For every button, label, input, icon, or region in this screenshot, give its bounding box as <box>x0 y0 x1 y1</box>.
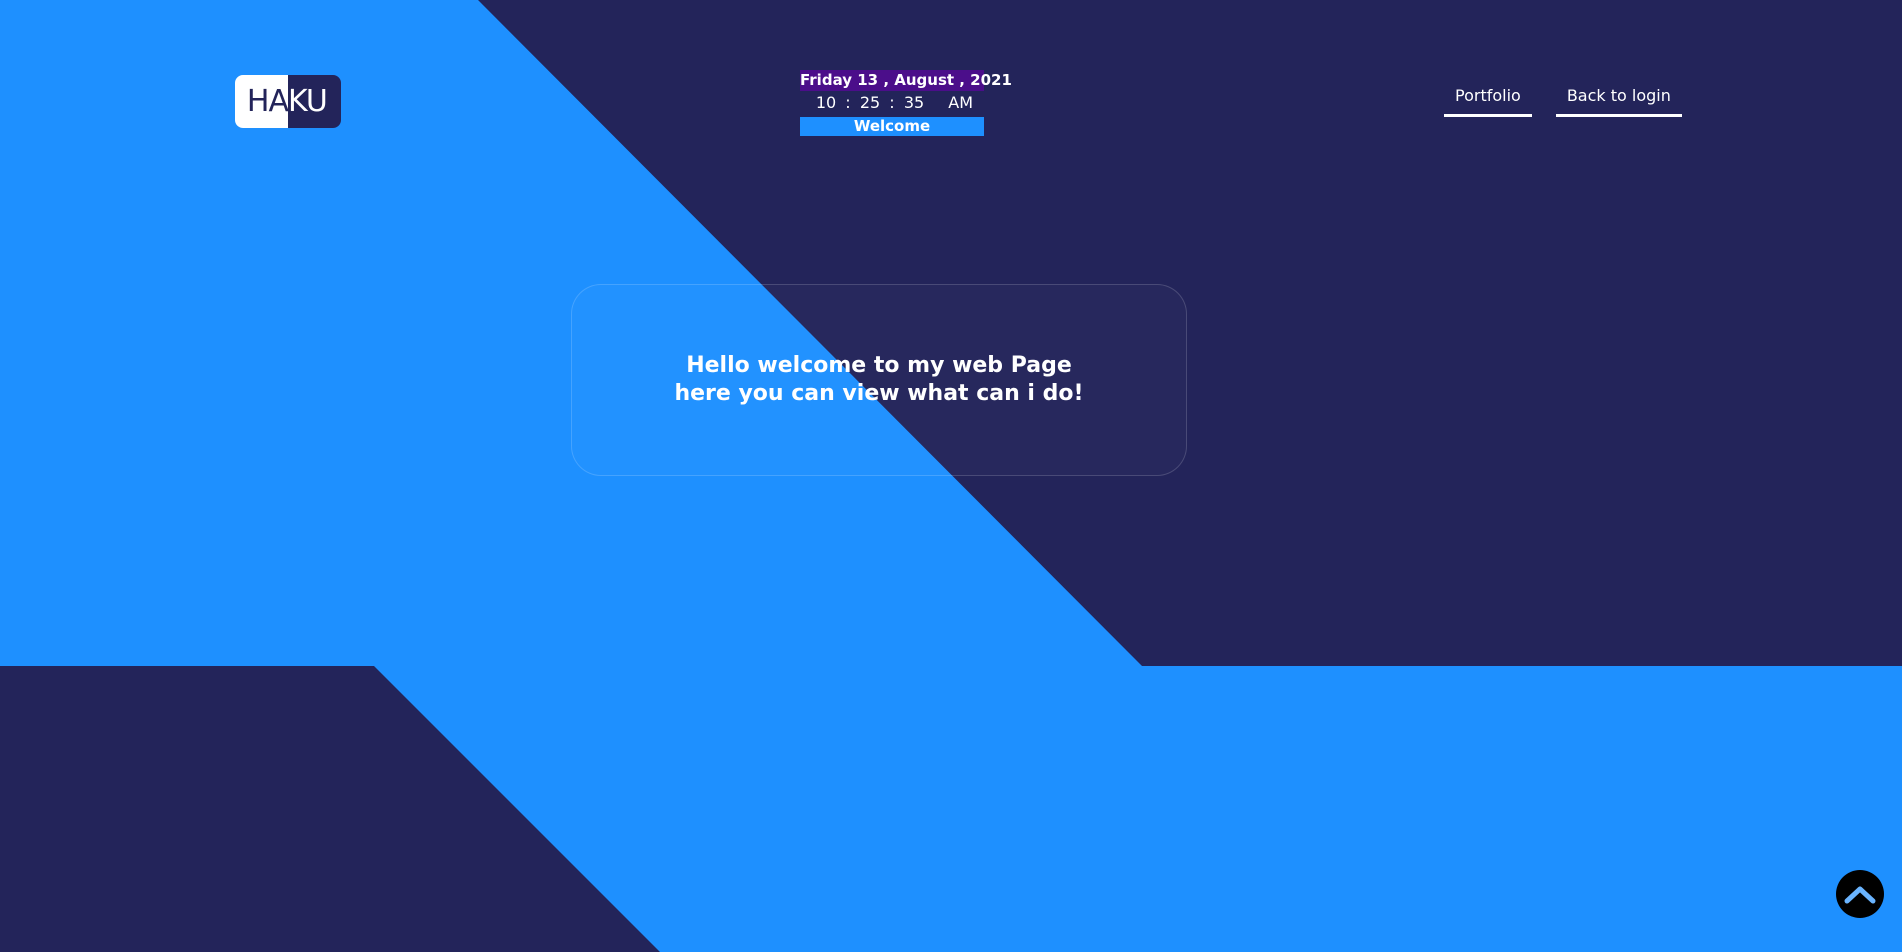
logo-left-text: HA <box>235 75 289 128</box>
hero-card: Hello welcome to my web Page here you ca… <box>571 284 1187 476</box>
hero-line-1: Hello welcome to my web Page <box>686 353 1072 378</box>
nav-link-back-to-login[interactable]: Back to login <box>1555 84 1682 117</box>
clock-minutes: 25 <box>859 93 881 112</box>
clock-welcome: Welcome <box>800 117 984 136</box>
nav-link-portfolio[interactable]: Portfolio <box>1444 84 1532 117</box>
clock-separator: : <box>845 93 851 112</box>
background-bottom-diagonal <box>374 666 1902 952</box>
clock-time: 10 : 25 : 35 AM <box>800 91 984 115</box>
clock-seconds: 35 <box>903 93 925 112</box>
logo[interactable]: HA KU <box>235 75 341 128</box>
page: HA KU Friday 13 , August , 2021 10 : 25 … <box>0 0 1902 952</box>
chevron-up-icon <box>1844 886 1876 904</box>
scroll-to-top-button[interactable] <box>1836 870 1884 918</box>
clock-separator: : <box>889 93 895 112</box>
clock-widget: Friday 13 , August , 2021 10 : 25 : 35 A… <box>800 70 1012 136</box>
hero-line-2: here you can view what can i do! <box>674 381 1084 406</box>
top-nav: Portfolio Back to login <box>1444 84 1682 117</box>
clock-date: Friday 13 , August , 2021 <box>800 70 1012 91</box>
clock-ampm: AM <box>948 93 973 112</box>
clock-hours: 10 <box>815 93 837 112</box>
logo-right-text: KU <box>288 75 341 128</box>
